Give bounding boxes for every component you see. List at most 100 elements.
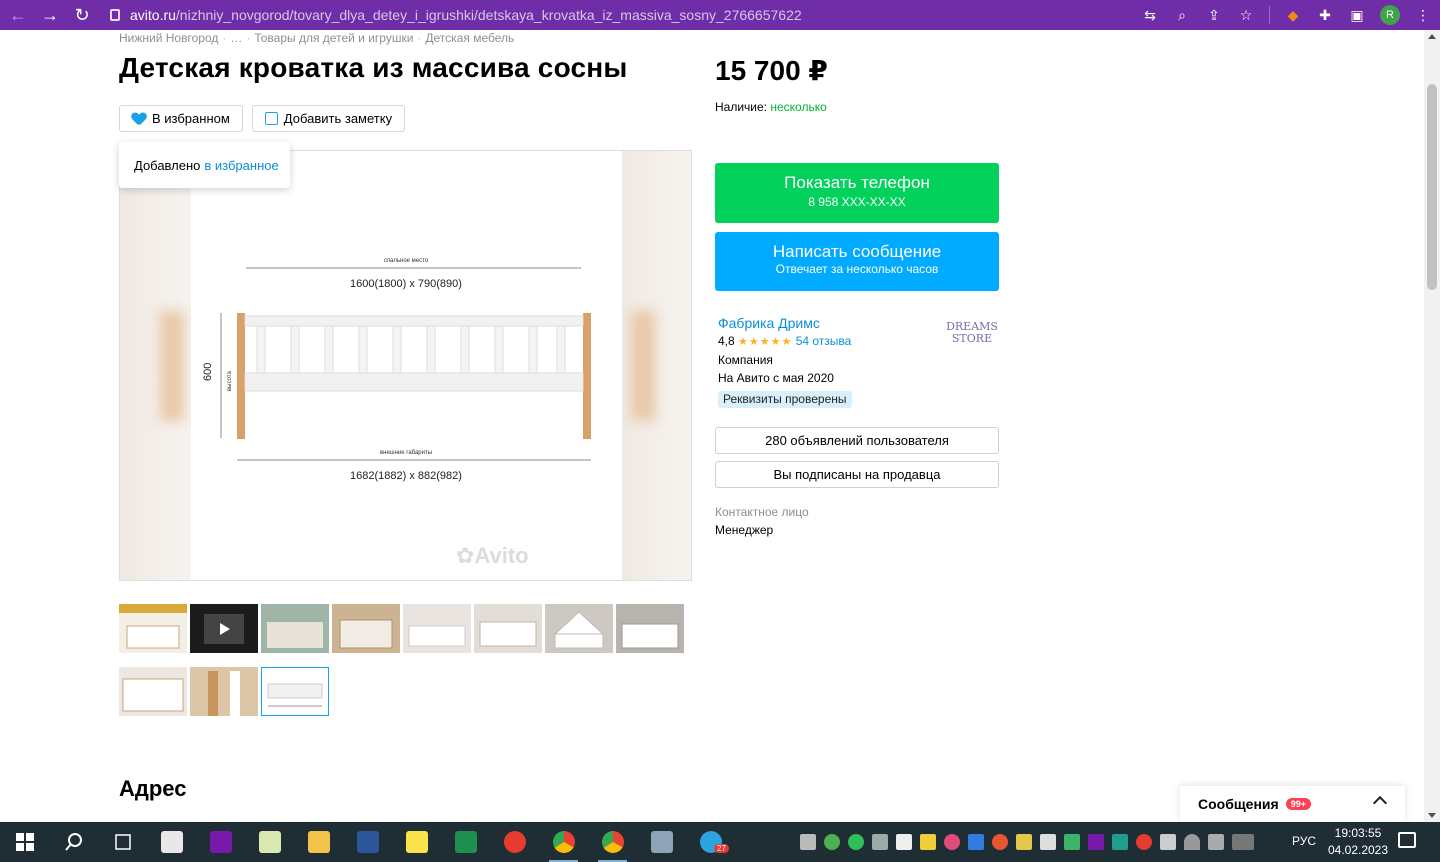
back-arrow-icon[interactable]: ← <box>4 1 32 29</box>
scroll-up-icon[interactable] <box>1428 34 1436 39</box>
breadcrumb-subcategory[interactable]: Детская мебель <box>425 31 514 45</box>
battery-icon[interactable] <box>1160 834 1176 850</box>
seller-reviews-link[interactable]: 54 отзыва <box>796 334 852 348</box>
scroll-down-icon[interactable] <box>1428 813 1436 818</box>
seller-info: Фабрика Дримс 4,8 ★★★★★ 54 отзыва Компан… <box>718 314 852 408</box>
rating-stars-icon: ★★★★★ <box>738 336 793 348</box>
sticky-notes-icon[interactable] <box>392 822 441 862</box>
telegram-app-icon[interactable]: 27 <box>686 822 735 862</box>
task-view-icon[interactable] <box>98 822 147 862</box>
thumbnail[interactable] <box>190 667 258 716</box>
forward-arrow-icon[interactable]: → <box>36 1 64 29</box>
messages-widget[interactable]: Сообщения 99+ <box>1180 786 1405 822</box>
shield-icon[interactable] <box>848 834 864 850</box>
search-icon[interactable] <box>49 822 98 862</box>
avito-watermark: ✿Avito <box>456 543 529 568</box>
seller-logo[interactable]: DREAMS STORE <box>944 321 1000 361</box>
video-thumbnail[interactable] <box>190 604 258 653</box>
scroll-thumb[interactable] <box>1427 84 1437 290</box>
slats <box>256 325 566 374</box>
yandex-app-icon[interactable] <box>490 822 539 862</box>
contact-person: Контактное лицо Менеджер <box>715 503 809 539</box>
keyboard-icon[interactable] <box>1232 834 1254 850</box>
write-message-button[interactable]: Написать сообщение Отвечает за несколько… <box>715 232 999 291</box>
thumbnail[interactable] <box>119 667 187 716</box>
translate-icon[interactable]: ⇆ <box>1141 6 1159 24</box>
tooltip-favorites-link[interactable]: в избранное <box>204 158 278 173</box>
onenote-app-icon[interactable] <box>196 822 245 862</box>
wifi-icon[interactable] <box>1184 834 1200 850</box>
add-note-button[interactable]: Добавить заметку <box>251 105 406 132</box>
onenote-tray-icon[interactable] <box>1088 834 1104 850</box>
input-language[interactable]: РУС <box>1292 834 1316 848</box>
chrome-tray-icon[interactable] <box>824 834 840 850</box>
seller-type: Компания <box>718 353 773 367</box>
app-tray-icon[interactable] <box>992 834 1008 850</box>
window-icon[interactable] <box>1040 834 1056 850</box>
word-app-icon[interactable] <box>343 822 392 862</box>
thumbnail[interactable] <box>261 604 329 653</box>
favorite-button[interactable]: В избранном <box>119 105 243 132</box>
reload-icon[interactable]: ↻ <box>68 1 96 29</box>
extensions-puzzle-icon[interactable]: ✚ <box>1316 6 1334 24</box>
thumbnail[interactable] <box>332 604 400 653</box>
breadcrumb-ellipsis[interactable]: … <box>230 31 242 45</box>
windows-taskbar: 27 РУС 19:03:55 04.02.2023 <box>0 822 1440 862</box>
spreadsheet-app-icon[interactable] <box>245 822 294 862</box>
verified-badge[interactable]: Реквизиты проверены <box>718 391 852 408</box>
subscribed-button[interactable]: Вы подписаны на продавца <box>715 461 999 488</box>
notes-tray-icon[interactable] <box>920 834 936 850</box>
thumbnail-selected[interactable] <box>261 667 329 716</box>
thumbnail[interactable] <box>119 604 187 653</box>
notification-center-icon[interactable] <box>1398 832 1416 848</box>
monitor-icon[interactable] <box>872 834 888 850</box>
excel-app-icon[interactable] <box>441 822 490 862</box>
capture-icon[interactable] <box>968 834 984 850</box>
height-label: высота <box>227 371 233 391</box>
main-image[interactable]: спальное место 1600(1800) x 790(890) 600… <box>119 150 692 581</box>
notepad-app-icon[interactable] <box>147 822 196 862</box>
kebab-menu-icon[interactable]: ⋮ <box>1414 6 1432 24</box>
top-rail <box>244 315 584 327</box>
url-host: avito.ru <box>130 7 176 23</box>
yandex-tray-icon[interactable] <box>1136 834 1152 850</box>
fx-icon[interactable] <box>1112 834 1128 850</box>
telegram-tray-icon[interactable] <box>800 834 816 850</box>
clock[interactable]: 19:03:55 04.02.2023 <box>1326 825 1390 859</box>
thumbnail[interactable] <box>403 604 471 653</box>
outer-dims-label: внешние габариты <box>380 450 432 456</box>
seller-name[interactable]: Фабрика Дримс <box>718 314 852 332</box>
browser-toolbar: ← → ↻ avito.ru/nizhniy_novgorod/tovary_d… <box>0 0 1440 30</box>
outer-dims: 1682(1882) x 882(982) <box>350 470 462 482</box>
zoom-icon[interactable]: ⌕ <box>1173 6 1191 24</box>
bookmark-star-icon[interactable]: ☆ <box>1237 6 1255 24</box>
file-explorer-icon[interactable] <box>294 822 343 862</box>
profile-avatar[interactable]: R <box>1380 5 1400 25</box>
share-icon[interactable]: ⇪ <box>1205 6 1223 24</box>
volume-icon[interactable] <box>1208 834 1224 850</box>
show-phone-button[interactable]: Показать телефон 8 958 XXX-XX-XX <box>715 163 999 223</box>
thumbnail[interactable] <box>474 604 542 653</box>
breadcrumb-sep: · <box>417 31 422 45</box>
blurred-post-left <box>160 311 184 421</box>
cloud-icon[interactable] <box>1064 834 1080 850</box>
snipping-tool-icon[interactable] <box>637 822 686 862</box>
chevron-up-icon[interactable] <box>1372 795 1388 811</box>
breadcrumb-city[interactable]: Нижний Новгород <box>119 31 218 45</box>
address-bar[interactable]: avito.ru/nizhniy_novgorod/tovary_dlya_de… <box>110 3 802 27</box>
breadcrumb-category[interactable]: Товары для детей и игрушки <box>254 31 413 45</box>
check-icon[interactable] <box>1016 834 1032 850</box>
seller-ads-button[interactable]: 280 объявлений пользователя <box>715 427 999 454</box>
metamask-extension-icon[interactable]: ◆ <box>1284 6 1302 24</box>
file-icon[interactable] <box>896 834 912 850</box>
chrome-profile-app-icon[interactable] <box>588 822 637 862</box>
breadcrumb-sep: · <box>246 31 251 45</box>
contact-value: Менеджер <box>715 523 774 537</box>
page-scrollbar[interactable] <box>1424 30 1440 822</box>
thumbnail[interactable] <box>616 604 684 653</box>
thumbnail[interactable] <box>545 604 613 653</box>
windows-start-icon[interactable] <box>0 822 49 862</box>
sidepanel-icon[interactable]: ▣ <box>1348 6 1366 24</box>
target-icon[interactable] <box>944 834 960 850</box>
chrome-app-icon[interactable] <box>539 822 588 862</box>
